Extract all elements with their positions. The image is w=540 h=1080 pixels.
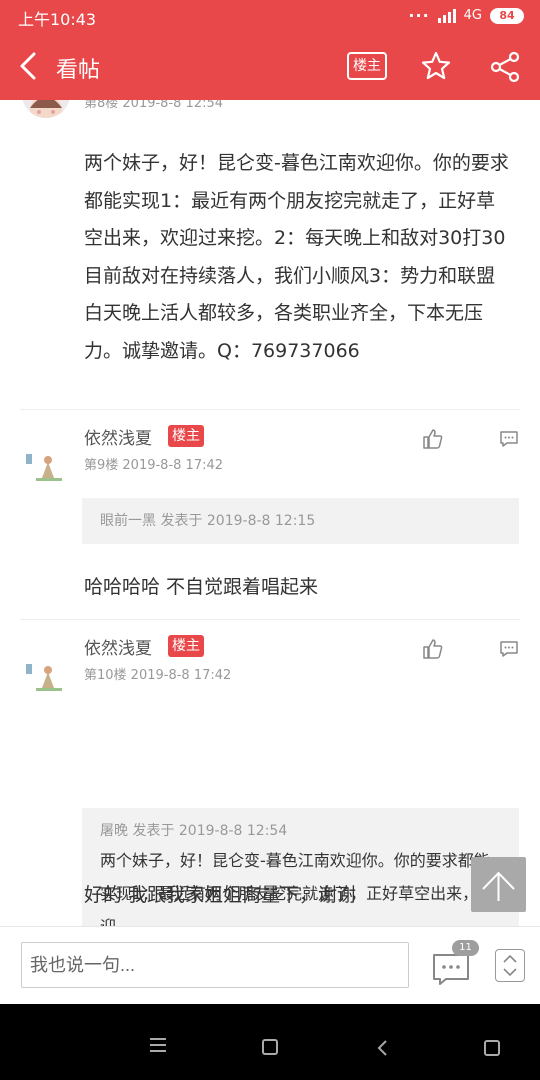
girl-avatar-icon xyxy=(22,100,70,118)
post-floor-9: 依然浅夏 楼主 第9楼 2019-8-8 17:42 眼前一黑 发表于 2019… xyxy=(0,410,540,620)
back-arrow-icon[interactable] xyxy=(14,50,46,82)
signal-bars-icon xyxy=(437,8,456,23)
navigation-bar: 看帖 楼主 xyxy=(0,32,540,100)
username[interactable]: 依然浅夏 xyxy=(84,634,152,659)
reply-text: 好的 我跟我家姐姐商量下，谢谢 xyxy=(84,884,357,906)
comment-count-badge: 11 xyxy=(452,940,479,956)
page-jump-button[interactable] xyxy=(495,949,525,982)
op-badge: 楼主 xyxy=(168,425,204,447)
quoted-post[interactable]: 眼前一黑 发表于 2019-8-8 12:15 xyxy=(82,498,519,544)
reply-input[interactable] xyxy=(21,942,409,988)
activity-dots-icon: ··· xyxy=(408,6,430,25)
avatar[interactable] xyxy=(22,658,70,692)
thread-content[interactable]: 第8楼 2019-8-8 12:54 两个妹子，好！昆仑变-暮色江南欢迎你。你的… xyxy=(0,100,540,926)
only-op-button[interactable]: 楼主 xyxy=(347,52,387,80)
comment-icon[interactable] xyxy=(499,640,519,658)
status-bar: 上午10:43 ··· 4G 84 xyxy=(0,0,540,32)
floor-time: 第8楼 2019-8-8 12:54 xyxy=(84,100,224,111)
home-icon[interactable] xyxy=(262,1039,278,1055)
floor-time: 第10楼 2019-8-8 17:42 xyxy=(84,668,232,683)
status-indicators: ··· 4G 84 xyxy=(408,6,524,25)
status-time: 上午10:43 xyxy=(18,10,97,29)
system-back-icon[interactable] xyxy=(376,1039,390,1057)
system-navigation-bar xyxy=(0,1004,540,1080)
back-to-top-button[interactable] xyxy=(471,857,526,912)
reply-text: 哈哈哈哈 不自觉跟着唱起来 xyxy=(84,576,319,598)
thumbs-up-icon[interactable] xyxy=(422,428,444,450)
reply-bar: 11 xyxy=(0,926,540,1004)
post-text: 两个妹子，好！昆仑变-暮色江南欢迎你。你的要求都能实现1：最近有两个朋友挖完就走… xyxy=(84,152,509,362)
favorite-star-icon[interactable] xyxy=(420,50,452,82)
thumbs-up-icon[interactable] xyxy=(422,638,444,660)
username[interactable]: 依然浅夏 xyxy=(84,424,152,449)
network-type: 4G xyxy=(463,8,482,23)
chevron-up-down-icon xyxy=(503,954,517,977)
avatar[interactable] xyxy=(22,100,70,118)
battery-icon: 84 xyxy=(490,7,524,24)
recent-apps-icon[interactable] xyxy=(484,1040,500,1056)
menu-icon[interactable] xyxy=(150,1038,166,1056)
quote-header: 屠晚 发表于 2019-8-8 12:54 xyxy=(100,823,288,839)
avatar[interactable] xyxy=(22,448,70,482)
post-floor-10: 依然浅夏 楼主 第10楼 2019-8-8 17:42 屠晚 发表于 2019-… xyxy=(0,620,540,926)
floor-time: 第9楼 2019-8-8 17:42 xyxy=(84,458,224,473)
quoted-post[interactable]: 屠晚 发表于 2019-8-8 12:54 两个妹子，好！昆仑变-暮色江南欢迎你… xyxy=(82,808,519,926)
quote-header: 眼前一黑 发表于 2019-8-8 12:15 xyxy=(100,513,316,529)
op-badge: 楼主 xyxy=(168,635,204,657)
share-icon[interactable] xyxy=(489,51,521,83)
page-title: 看帖 xyxy=(56,58,101,83)
comment-icon[interactable] xyxy=(499,430,519,448)
arrow-up-icon xyxy=(482,871,515,901)
